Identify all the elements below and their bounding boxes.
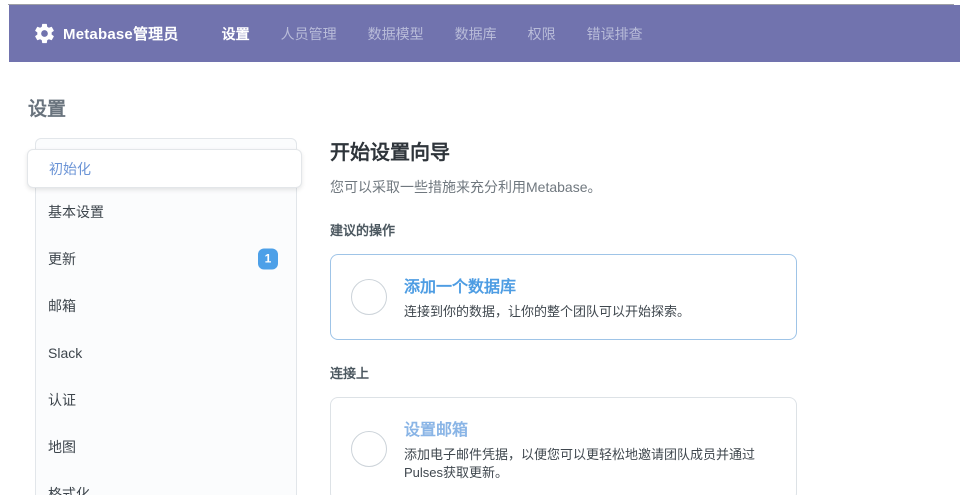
task-description: 添加电子邮件凭据，以便您可以更轻松地邀请团队成员并通过Pulses获取更新。 [404, 446, 776, 482]
empty-circle-icon [351, 431, 387, 467]
sidebar-item-email[interactable]: 邮箱 [36, 282, 296, 329]
page-title: 设置 [28, 94, 66, 121]
task-card-add-database[interactable]: 添加一个数据库 连接到你的数据，让你的整个团队可以开始探索。 [330, 254, 797, 340]
gear-icon [33, 22, 56, 45]
sidebar-item-setup[interactable]: 初始化 [27, 149, 302, 188]
nav-tab-troubleshooting[interactable]: 错误排查 [587, 24, 643, 44]
task-title[interactable]: 添加一个数据库 [404, 273, 690, 297]
nav-tab-permissions[interactable]: 权限 [528, 24, 556, 44]
sidebar-item-label: 更新 [48, 249, 76, 269]
sidebar-item-maps[interactable]: 地图 [36, 423, 296, 470]
setup-checklist-panel: 开始设置向导 您可以采取一些措施来充分利用Metabase。 建议的操作 添加一… [330, 136, 797, 495]
setup-subheading: 您可以采取一些措施来充分利用Metabase。 [330, 177, 797, 197]
updates-count-badge: 1 [258, 248, 278, 269]
section-label-connect: 连接上 [330, 363, 797, 382]
sidebar-item-label: 邮箱 [48, 296, 76, 316]
nav-tab-data-model[interactable]: 数据模型 [368, 24, 424, 44]
sidebar-item-label: Slack [48, 345, 82, 361]
sidebar-item-label: 初始化 [49, 159, 91, 179]
sidebar-item-label: 地图 [48, 437, 76, 457]
nav-tab-people[interactable]: 人员管理 [281, 24, 337, 44]
sidebar-item-slack[interactable]: Slack [36, 329, 296, 376]
empty-circle-icon [351, 279, 387, 315]
nav-tab-databases[interactable]: 数据库 [455, 24, 497, 44]
sidebar-item-label: 格式化 [48, 484, 90, 495]
task-card-body: 添加一个数据库 连接到你的数据，让你的整个团队可以开始探索。 [404, 273, 690, 321]
setup-heading: 开始设置向导 [330, 136, 797, 165]
admin-nav: 设置 人员管理 数据模型 数据库 权限 错误排查 [222, 24, 674, 44]
task-card-setup-email[interactable]: 设置邮箱 添加电子邮件凭据，以便您可以更轻松地邀请团队成员并通过Pulses获取… [330, 397, 797, 495]
nav-tab-settings[interactable]: 设置 [222, 24, 250, 44]
metabase-admin-brand[interactable]: Metabase管理员 [33, 22, 179, 45]
task-description: 连接到你的数据，让你的整个团队可以开始探索。 [404, 303, 690, 321]
admin-header-bar: Metabase管理员 设置 人员管理 数据模型 数据库 权限 错误排查 [9, 5, 960, 62]
sidebar-item-formatting[interactable]: 格式化 [36, 470, 296, 495]
sidebar-item-authentication[interactable]: 认证 [36, 376, 296, 423]
sidebar-item-general[interactable]: 基本设置 [36, 188, 296, 235]
sidebar-item-label: 认证 [48, 390, 76, 410]
sidebar-item-label: 基本设置 [48, 202, 104, 222]
brand-label: Metabase管理员 [63, 23, 179, 44]
settings-sidebar: 初始化 基本设置 更新 1 邮箱 Slack 认证 地图 格式化 [35, 138, 297, 495]
sidebar-item-updates[interactable]: 更新 1 [36, 235, 296, 282]
task-card-body: 设置邮箱 添加电子邮件凭据，以便您可以更轻松地邀请团队成员并通过Pulses获取… [404, 416, 776, 482]
task-title[interactable]: 设置邮箱 [404, 416, 776, 440]
section-label-recommended: 建议的操作 [330, 220, 797, 239]
